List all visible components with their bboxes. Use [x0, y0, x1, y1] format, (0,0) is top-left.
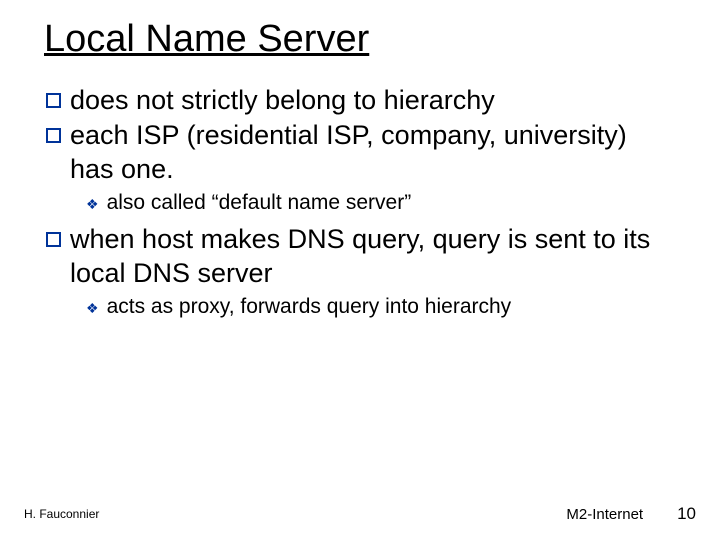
bullet-text: does not strictly belong to hierarchy — [70, 84, 676, 118]
slide-footer: H. Fauconnier M2-Internet 10 — [0, 504, 720, 524]
bullet-list-level1: does not strictly belong to hierarchy ea… — [46, 84, 676, 321]
slide: Local Name Server does not strictly belo… — [0, 0, 720, 540]
diamond-bullet-icon: ❖ — [86, 299, 99, 318]
slide-title: Local Name Server — [44, 18, 676, 62]
diamond-bullet-icon: ❖ — [86, 195, 99, 214]
bullet-list-level2: ❖ also called “default name server” — [86, 189, 676, 217]
footer-course: M2-Internet — [566, 506, 643, 523]
sub-bullet-text: acts as proxy, forwards query into hiera… — [107, 293, 676, 321]
square-bullet-icon — [46, 93, 61, 108]
square-bullet-icon — [46, 232, 61, 247]
sub-bullet-text: also called “default name server” — [107, 189, 676, 217]
footer-right-group: M2-Internet 10 — [566, 504, 696, 524]
bullet-item: when host makes DNS query, query is sent… — [46, 223, 676, 291]
bullet-text: each ISP (residential ISP, company, univ… — [70, 119, 676, 187]
sub-bullet-item: ❖ acts as proxy, forwards query into hie… — [86, 293, 676, 321]
footer-author: H. Fauconnier — [24, 507, 99, 521]
footer-page-number: 10 — [677, 504, 696, 524]
bullet-item: each ISP (residential ISP, company, univ… — [46, 119, 676, 187]
sub-bullet-item: ❖ also called “default name server” — [86, 189, 676, 217]
bullet-text: when host makes DNS query, query is sent… — [70, 223, 676, 291]
bullet-list-level2: ❖ acts as proxy, forwards query into hie… — [86, 293, 676, 321]
bullet-item: does not strictly belong to hierarchy — [46, 84, 676, 118]
square-bullet-icon — [46, 128, 61, 143]
